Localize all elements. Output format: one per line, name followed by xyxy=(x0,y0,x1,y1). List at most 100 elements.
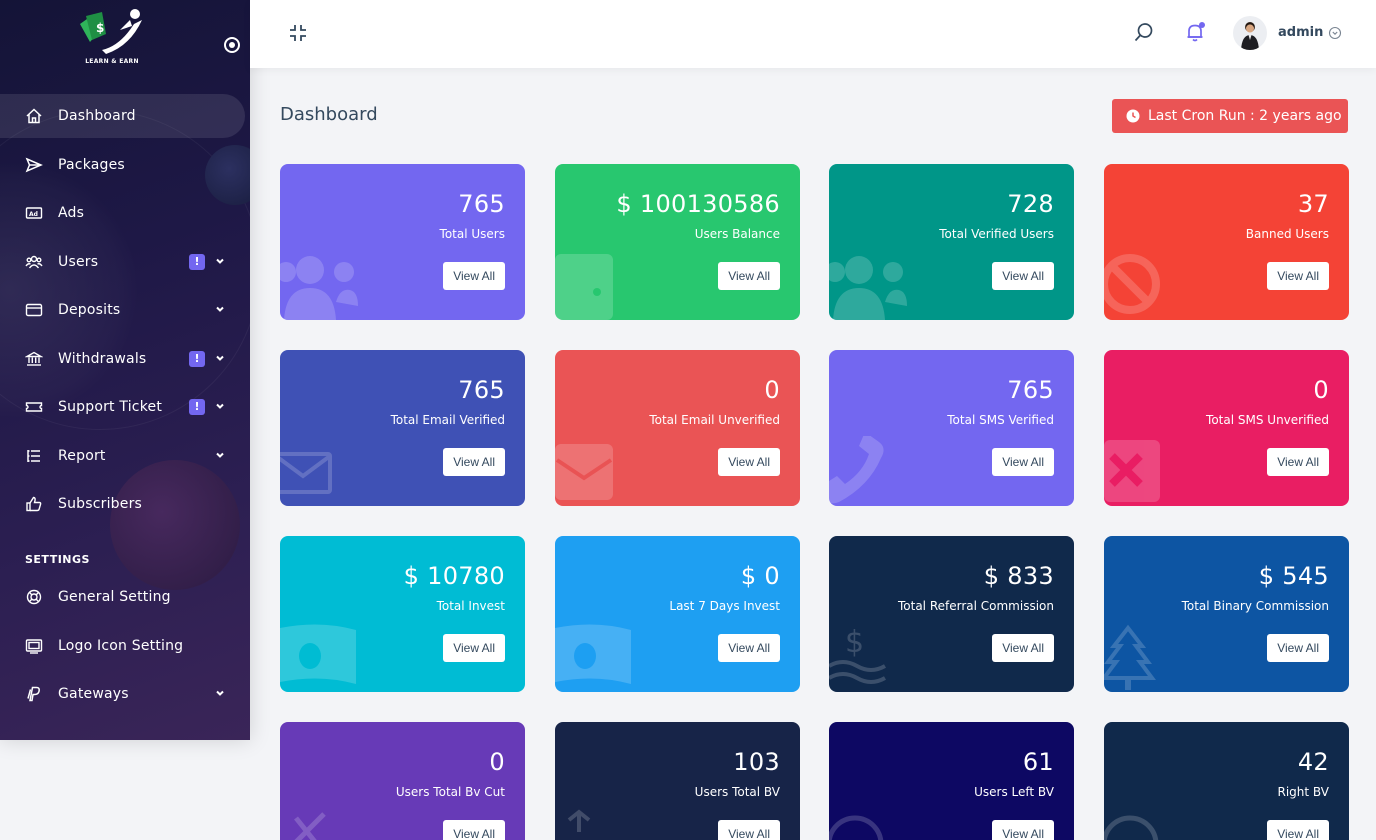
tree-icon xyxy=(1104,624,1156,690)
sidebar-item-packages[interactable]: Packages xyxy=(0,143,250,187)
view-all-button[interactable]: View All xyxy=(718,820,780,840)
stat-label: Last 7 Days Invest xyxy=(669,599,780,613)
alert-badge: ! xyxy=(189,253,205,270)
stat-card-email-unverified: 0 Total Email Unverified View All xyxy=(555,350,800,506)
view-all-button[interactable]: View All xyxy=(1267,448,1329,476)
cron-status-text: Last Cron Run : 2 years ago xyxy=(1148,108,1342,124)
sidebar-item-support-ticket[interactable]: Support Ticket ! xyxy=(0,385,250,429)
stat-value: 37 xyxy=(1297,190,1329,218)
stat-card-users-balance: $ 100130586 Users Balance View All xyxy=(555,164,800,320)
sidebar-toggle-button[interactable] xyxy=(224,37,240,53)
stat-value: $ 10780 xyxy=(403,562,505,590)
dollar-hand-icon: $ xyxy=(829,625,886,684)
view-all-button[interactable]: View All xyxy=(718,634,780,662)
cron-status-badge: Last Cron Run : 2 years ago xyxy=(1112,99,1348,133)
envelope-icon xyxy=(280,452,332,494)
chevron-down-icon xyxy=(216,355,224,361)
topbar: admin xyxy=(250,0,1376,68)
view-all-button[interactable]: View All xyxy=(1267,634,1329,662)
view-all-button[interactable]: View All xyxy=(992,634,1054,662)
phone-icon xyxy=(829,436,884,504)
view-all-button[interactable]: View All xyxy=(443,448,505,476)
notification-button[interactable] xyxy=(1184,21,1206,43)
users-icon xyxy=(280,256,358,320)
stat-value: 0 xyxy=(1313,376,1329,404)
settings-menu: General Setting Logo Icon Setting Gatewa… xyxy=(0,575,250,721)
stat-value: 765 xyxy=(1007,376,1054,404)
search-icon[interactable] xyxy=(1133,21,1155,43)
notification-dot xyxy=(1199,22,1205,28)
sidebar-item-users[interactable]: Users ! xyxy=(0,240,250,284)
view-all-button[interactable]: View All xyxy=(1267,820,1329,840)
sidebar-item-logo-icon-setting[interactable]: Logo Icon Setting xyxy=(0,624,250,668)
sidebar-item-label: Ads xyxy=(58,205,85,221)
wallet-icon xyxy=(555,254,613,320)
arrow-left-circle-icon xyxy=(829,815,884,840)
credit-card-icon xyxy=(25,301,43,319)
view-all-button[interactable]: View All xyxy=(443,262,505,290)
stat-label: Total Referral Commission xyxy=(897,599,1054,613)
ban-icon xyxy=(1104,254,1160,314)
sidebar-item-report[interactable]: Report xyxy=(0,434,250,478)
stat-value: 0 xyxy=(489,748,505,776)
stat-label: Total Users xyxy=(439,227,505,241)
stat-card-email-verified: 765 Total Email Verified View All xyxy=(280,350,525,506)
list-icon xyxy=(25,447,43,465)
stat-label: Total Verified Users xyxy=(939,227,1054,241)
clock-icon xyxy=(1126,109,1140,123)
arrow-icon xyxy=(567,809,591,832)
sidebar-item-deposits[interactable]: Deposits xyxy=(0,288,250,332)
view-all-button[interactable]: View All xyxy=(718,262,780,290)
stat-label: Users Total BV xyxy=(694,785,780,799)
stat-card-total-invest: $ 10780 Total Invest View All xyxy=(280,536,525,692)
sidebar: $ LEARN & EARN Dashboard Packages Ad Ads xyxy=(0,0,250,740)
sidebar-item-subscribers[interactable]: Subscribers xyxy=(0,482,250,526)
view-all-button[interactable]: View All xyxy=(718,448,780,476)
logo-icon: $ xyxy=(80,9,142,54)
sidebar-item-label: Logo Icon Setting xyxy=(58,637,184,654)
sidebar-item-general-setting[interactable]: General Setting xyxy=(0,575,250,619)
stat-label: Users Left BV xyxy=(974,785,1054,799)
stat-label: Banned Users xyxy=(1245,227,1329,241)
compress-icon[interactable] xyxy=(288,23,308,43)
stat-card-referral-commission: $ $ 833 Total Referral Commission View A… xyxy=(829,536,1074,692)
sidebar-item-withdrawals[interactable]: Withdrawals ! xyxy=(0,337,250,381)
stat-value: 728 xyxy=(1007,190,1054,218)
stat-label: Total Email Verified xyxy=(390,413,505,427)
stat-card-sms-verified: 765 Total SMS Verified View All xyxy=(829,350,1074,506)
sidebar-item-ads[interactable]: Ad Ads xyxy=(0,191,250,235)
stat-card-banned-users: 37 Banned Users View All xyxy=(1104,164,1349,320)
stat-value: $ 0 xyxy=(740,562,780,590)
alert-badge: ! xyxy=(189,399,205,415)
sidebar-item-gateways[interactable]: Gateways xyxy=(0,672,250,716)
sidebar-item-label: Subscribers xyxy=(58,496,143,512)
cut-icon xyxy=(294,812,326,840)
stat-label: Total Email Unverified xyxy=(649,413,780,427)
sidebar-item-dashboard[interactable]: Dashboard xyxy=(0,94,245,138)
bank-icon xyxy=(25,350,43,368)
stat-value: 42 xyxy=(1297,748,1329,776)
avatar[interactable] xyxy=(1233,16,1267,50)
stat-card-verified-users: 728 Total Verified Users View All xyxy=(829,164,1074,320)
view-all-button[interactable]: View All xyxy=(992,262,1054,290)
users-icon xyxy=(829,256,907,320)
user-name[interactable]: admin xyxy=(1278,25,1323,40)
logo[interactable]: $ LEARN & EARN xyxy=(72,6,152,68)
view-all-button[interactable]: View All xyxy=(443,634,505,662)
chevron-down-icon xyxy=(216,258,224,264)
chevron-down-icon xyxy=(216,306,224,312)
money-icon xyxy=(555,624,631,684)
sidebar-item-label: Support Ticket xyxy=(58,399,163,415)
paypal-icon xyxy=(25,685,43,703)
stat-value: 765 xyxy=(458,376,505,404)
stat-label: Total Binary Commission xyxy=(1181,599,1329,613)
stat-card-total-users: 765 Total Users View All xyxy=(280,164,525,320)
view-all-button[interactable]: View All xyxy=(443,820,505,840)
view-all-button[interactable]: View All xyxy=(992,448,1054,476)
view-all-button[interactable]: View All xyxy=(992,820,1054,840)
stat-value: $ 833 xyxy=(983,562,1054,590)
chevron-down-icon xyxy=(216,452,224,458)
svg-text:$: $ xyxy=(96,21,104,35)
chevron-down-circle-icon[interactable] xyxy=(1328,26,1342,40)
view-all-button[interactable]: View All xyxy=(1267,262,1329,290)
